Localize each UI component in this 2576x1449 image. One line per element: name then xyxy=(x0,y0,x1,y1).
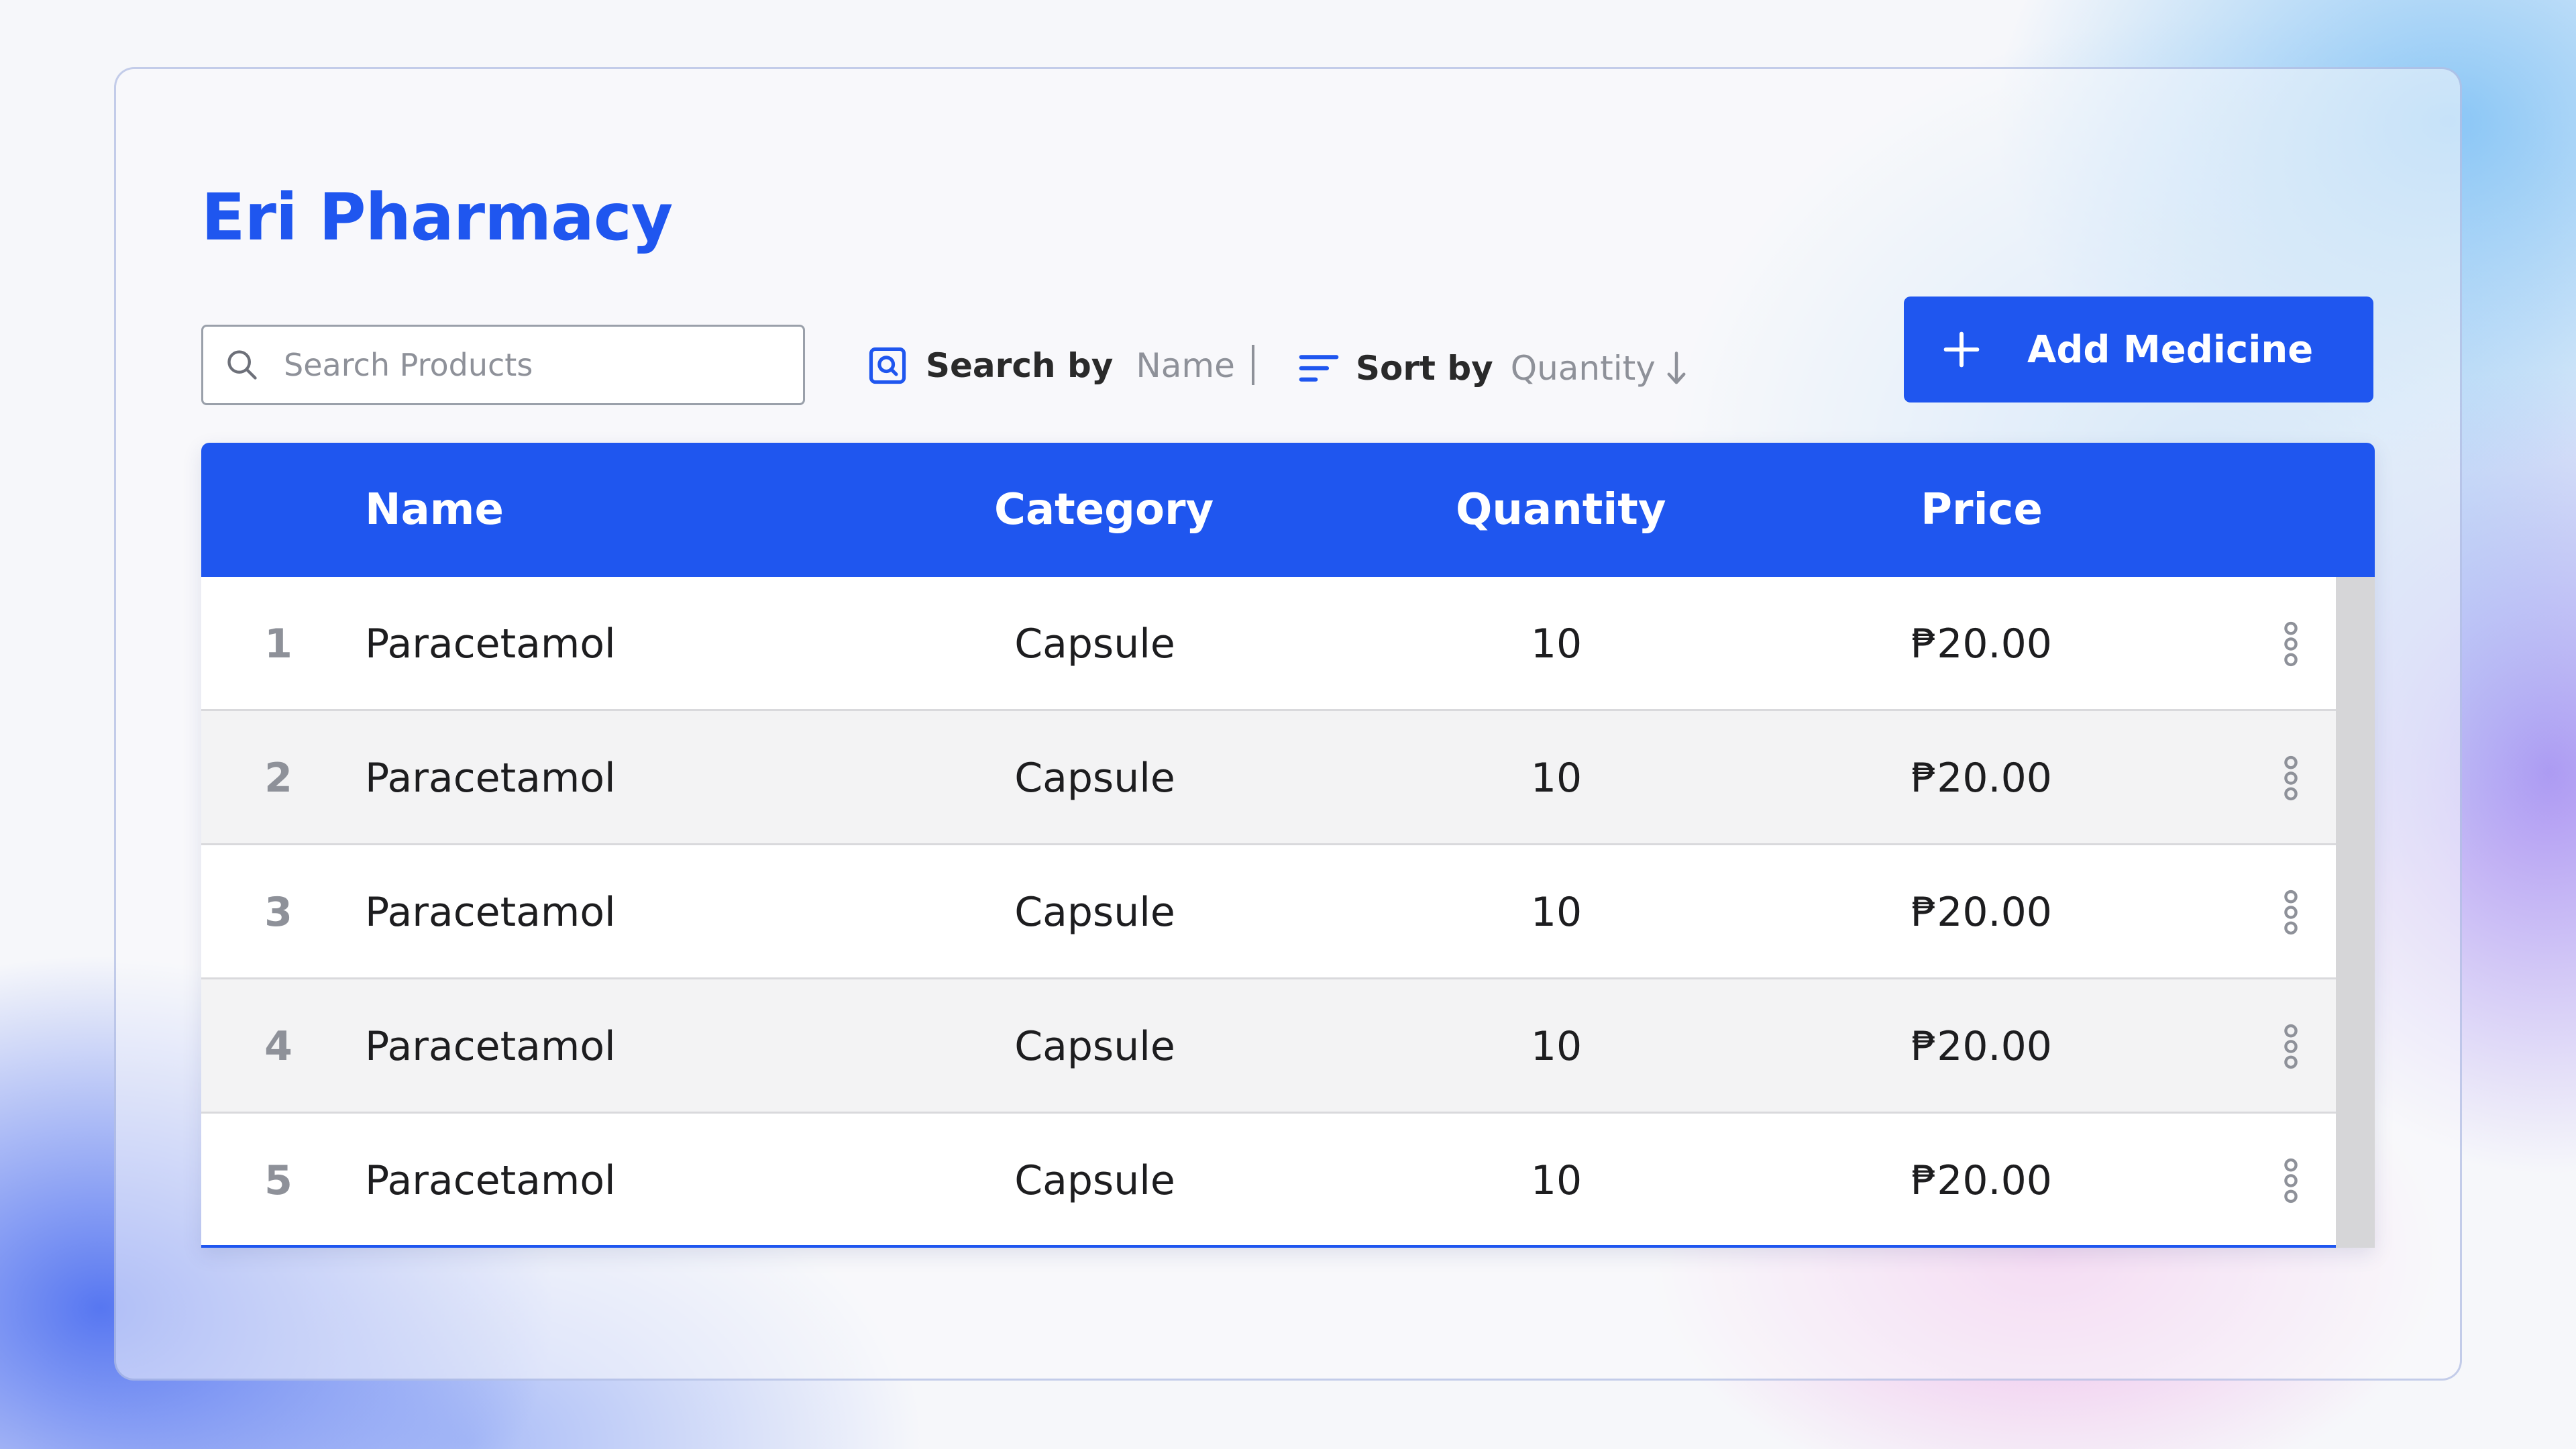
table-row[interactable]: 5 Paracetamol Capsule 10 ₱20.00 xyxy=(201,1114,2336,1248)
cell-name: Paracetamol xyxy=(365,889,616,936)
cell-price: ₱20.00 xyxy=(1911,1157,2052,1204)
cell-name: Paracetamol xyxy=(365,755,616,802)
column-header-category[interactable]: Category xyxy=(994,443,1214,577)
sort-lines-icon xyxy=(1299,355,1339,382)
add-medicine-label: Add Medicine xyxy=(2027,327,2314,372)
row-menu-button[interactable] xyxy=(2274,845,2308,979)
row-menu-button[interactable] xyxy=(2274,979,2308,1114)
cell-category: Capsule xyxy=(1014,889,1175,936)
cell-name: Paracetamol xyxy=(365,621,616,667)
kebab-menu-icon xyxy=(2284,755,2298,801)
cell-name: Paracetamol xyxy=(365,1023,616,1070)
cell-category: Capsule xyxy=(1014,621,1175,667)
table-row[interactable]: 2 Paracetamol Capsule 10 ₱20.00 xyxy=(201,711,2336,845)
search-icon xyxy=(227,350,257,380)
cell-price: ₱20.00 xyxy=(1911,755,2052,802)
search-by-label: Search by xyxy=(926,346,1114,385)
kebab-menu-icon xyxy=(2284,621,2298,667)
sort-by-control[interactable]: Sort by Quantity xyxy=(1298,345,1686,392)
cell-quantity: 10 xyxy=(1530,889,1582,936)
search-by-value[interactable]: Name xyxy=(1136,346,1235,385)
row-menu-button[interactable] xyxy=(2274,1114,2308,1248)
page-title: Eri Pharmacy xyxy=(201,180,673,255)
column-header-price[interactable]: Price xyxy=(1881,443,2082,577)
cell-category: Capsule xyxy=(1014,1157,1175,1204)
cell-price: ₱20.00 xyxy=(1911,1023,2052,1070)
cell-name: Paracetamol xyxy=(365,1157,616,1204)
arrow-down-icon[interactable] xyxy=(1666,350,1686,387)
cell-quantity: 10 xyxy=(1530,1023,1582,1070)
cell-quantity: 10 xyxy=(1530,1157,1582,1204)
plus-icon xyxy=(1943,331,1980,368)
row-menu-button[interactable] xyxy=(2274,711,2308,845)
cell-category: Capsule xyxy=(1014,755,1175,802)
row-index: 2 xyxy=(264,755,292,802)
table-body: 1 Paracetamol Capsule 10 ₱20.00 2 Parace… xyxy=(201,577,2375,1248)
kebab-menu-icon xyxy=(2284,1024,2298,1069)
kebab-menu-icon xyxy=(2284,890,2298,935)
column-header-quantity[interactable]: Quantity xyxy=(1456,443,1666,577)
cell-price: ₱20.00 xyxy=(1911,889,2052,936)
table-row[interactable]: 3 Paracetamol Capsule 10 ₱20.00 xyxy=(201,845,2336,979)
sort-by-value[interactable]: Quantity xyxy=(1511,349,1656,388)
cell-category: Capsule xyxy=(1014,1023,1175,1070)
row-menu-button[interactable] xyxy=(2274,577,2308,711)
search-by-control[interactable]: Search by Name xyxy=(867,342,1235,389)
table-row[interactable]: 1 Paracetamol Capsule 10 ₱20.00 xyxy=(201,577,2336,711)
toolbar-divider xyxy=(1252,345,1254,385)
search-square-icon xyxy=(869,347,906,384)
cell-quantity: 10 xyxy=(1530,755,1582,802)
table-scrollbar[interactable] xyxy=(2336,577,2375,1248)
products-table: Name Category Quantity Price 1 Paracetam… xyxy=(201,443,2375,1248)
sort-by-label: Sort by xyxy=(1356,349,1493,388)
search-input[interactable] xyxy=(284,347,794,383)
table-row[interactable]: 4 Paracetamol Capsule 10 ₱20.00 xyxy=(201,979,2336,1114)
add-medicine-button[interactable]: Add Medicine xyxy=(1904,297,2373,402)
search-box[interactable] xyxy=(201,325,805,405)
row-index: 3 xyxy=(264,889,292,936)
row-index: 5 xyxy=(264,1157,292,1204)
table-header: Name Category Quantity Price xyxy=(201,443,2375,577)
column-header-name[interactable]: Name xyxy=(365,443,504,577)
row-index: 1 xyxy=(264,621,292,667)
row-index: 4 xyxy=(264,1023,292,1070)
cell-price: ₱20.00 xyxy=(1911,621,2052,667)
cell-quantity: 10 xyxy=(1530,621,1582,667)
kebab-menu-icon xyxy=(2284,1158,2298,1203)
